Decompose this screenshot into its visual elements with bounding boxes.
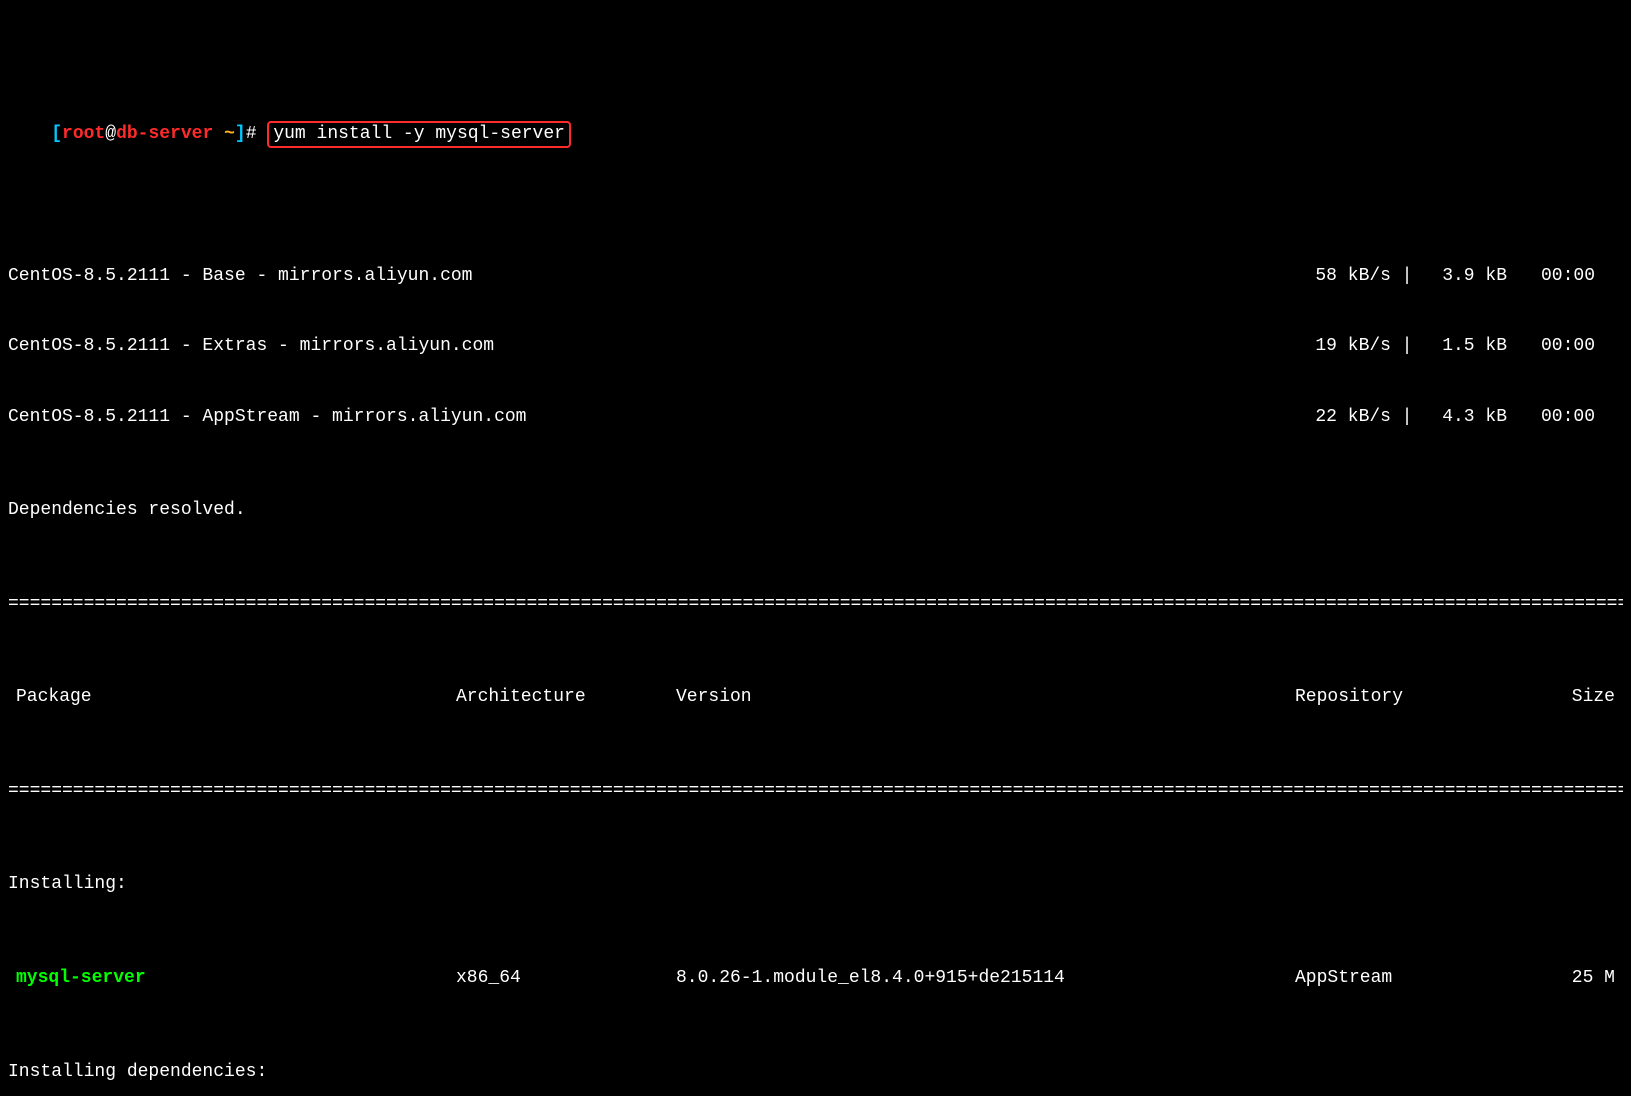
pipe-sep: | <box>1397 406 1417 429</box>
hdr-package: Package <box>8 686 456 709</box>
package-name: mysql-server <box>16 968 146 988</box>
prompt-path: ~ <box>213 124 235 144</box>
package-version: 8.0.26-1.module_el8.4.0+915+de215114 <box>676 967 1295 990</box>
terminal[interactable]: [root@db-server ~]# yum install -y mysql… <box>0 0 1631 1096</box>
repo-time: 00:00 <box>1513 406 1623 429</box>
repo-name: CentOS-8.5.2111 - Extras - mirrors.aliyu… <box>8 335 768 358</box>
package-row: mysql-server x86_64 8.0.26-1.module_el8.… <box>8 967 1623 990</box>
prompt-open-bracket: [ <box>51 124 62 144</box>
repo-line: CentOS-8.5.2111 - Base - mirrors.aliyun.… <box>8 265 1623 288</box>
hdr-architecture: Architecture <box>456 686 676 709</box>
prompt-at: @ <box>105 124 116 144</box>
package-arch: x86_64 <box>456 967 676 990</box>
prompt-user: root <box>62 124 105 144</box>
repo-size: 1.5 kB <box>1417 335 1513 358</box>
hdr-version: Version <box>676 686 1295 709</box>
section-installing-deps: Installing dependencies: <box>8 1061 1623 1084</box>
repo-size: 3.9 kB <box>1417 265 1513 288</box>
table-header: Package Architecture Version Repository … <box>8 686 1623 709</box>
repo-time: 00:00 <box>1513 265 1623 288</box>
repo-line: CentOS-8.5.2111 - AppStream - mirrors.al… <box>8 406 1623 429</box>
repo-size: 4.3 kB <box>1417 406 1513 429</box>
divider-line <box>8 593 1623 616</box>
repo-time: 00:00 <box>1513 335 1623 358</box>
prompt-hash: # <box>246 124 268 144</box>
repo-name: CentOS-8.5.2111 - AppStream - mirrors.al… <box>8 406 768 429</box>
pipe-sep: | <box>1397 335 1417 358</box>
repo-line: CentOS-8.5.2111 - Extras - mirrors.aliyu… <box>8 335 1623 358</box>
prompt-close-bracket: ] <box>235 124 246 144</box>
repo-rate: 58 kB/s <box>1251 265 1397 288</box>
prompt-line: [root@db-server ~]# yum install -y mysql… <box>8 98 1623 172</box>
section-installing: Installing: <box>8 873 1623 896</box>
pipe-sep: | <box>1397 265 1417 288</box>
command-text: yum install -y mysql-server <box>273 124 565 144</box>
divider-line <box>8 780 1623 803</box>
package-size: 25 M <box>1525 967 1623 990</box>
deps-resolved-text: Dependencies resolved. <box>8 499 1623 522</box>
hdr-repository: Repository <box>1295 686 1525 709</box>
hdr-size: Size <box>1525 686 1623 709</box>
repo-rate: 19 kB/s <box>1251 335 1397 358</box>
repo-rate: 22 kB/s <box>1251 406 1397 429</box>
command-highlight: yum install -y mysql-server <box>267 121 571 148</box>
package-repo: AppStream <box>1295 967 1525 990</box>
prompt-host: db-server <box>116 124 213 144</box>
repo-name: CentOS-8.5.2111 - Base - mirrors.aliyun.… <box>8 265 768 288</box>
